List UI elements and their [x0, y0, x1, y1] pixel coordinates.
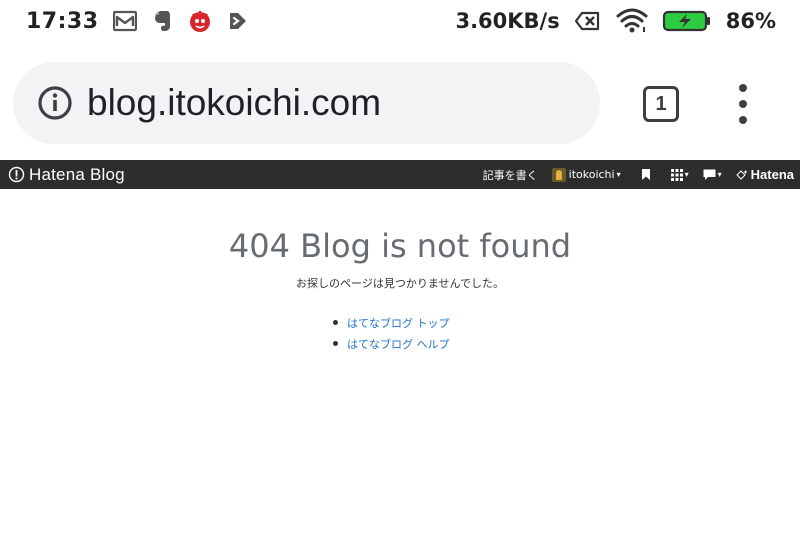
- wifi-icon: [616, 8, 648, 34]
- network-speed: 3.60KB/s: [455, 9, 560, 33]
- chevron-down-icon: ▾: [684, 170, 689, 179]
- menu-dot: [739, 116, 747, 124]
- list-item: はてなブログ ヘルプ: [333, 333, 800, 354]
- error-message: お探しのページは見つかりませんでした。: [296, 277, 504, 290]
- battery-percentage: 86%: [725, 9, 776, 33]
- bookmark-button[interactable]: [641, 168, 651, 181]
- antutu-icon: [187, 8, 213, 34]
- apps-menu-button[interactable]: ▾: [670, 168, 689, 181]
- status-left: 17:33: [26, 8, 249, 34]
- bullet: [333, 320, 338, 325]
- bullet: [333, 341, 338, 346]
- avatar: [551, 167, 566, 182]
- list-item: はてなブログ トップ: [333, 312, 800, 333]
- hatena-label: Hatena: [750, 167, 794, 182]
- main-content: 404 Blog is not found お探しのページは見つかりませんでした…: [0, 189, 800, 354]
- gmail-icon: [112, 10, 137, 32]
- username: itokoichi: [568, 168, 615, 181]
- comment-icon: [703, 169, 716, 180]
- url-text[interactable]: blog.itokoichi.com: [87, 82, 381, 124]
- evernote-icon: [151, 9, 173, 33]
- pushbullet-icon: [227, 10, 249, 32]
- status-right: 3.60KB/s 86%: [455, 8, 776, 34]
- page-title: 404 Blog is not found: [228, 227, 572, 265]
- bookmark-icon: [641, 169, 650, 180]
- chevron-down-icon: ▾: [616, 170, 621, 179]
- user-menu[interactable]: itokoichi ▾: [551, 167, 621, 182]
- write-post-link[interactable]: 記事を書く: [483, 167, 538, 183]
- menu-dot: [739, 100, 747, 108]
- sim-off-icon: [574, 10, 602, 32]
- hatena-global-header: Hatena Blog 記事を書く itokoichi ▾ ▾ ▾ Hatena: [0, 160, 800, 189]
- header-actions: 記事を書く itokoichi ▾ ▾ ▾ Hatena: [469, 167, 794, 183]
- menu-dot: [739, 84, 747, 92]
- chevron-down-icon: ▾: [717, 170, 722, 179]
- grid-icon: [670, 168, 683, 181]
- hatena-sparkle-icon: [735, 169, 747, 180]
- hatena-logo-icon: [8, 166, 25, 183]
- overflow-menu-button[interactable]: [728, 84, 758, 124]
- status-clock: 17:33: [26, 8, 99, 34]
- site-info-icon[interactable]: [37, 85, 73, 121]
- battery-charging-icon: [662, 9, 712, 33]
- help-links-list: はてなブログ トップ はてなブログ ヘルプ: [333, 312, 800, 354]
- notifications-button[interactable]: ▾: [703, 169, 722, 181]
- status-bar: 17:33 3.60KB/s 86%: [0, 0, 800, 42]
- brand-name: Hatena Blog: [29, 164, 125, 184]
- browser-toolbar: blog.itokoichi.com 1: [0, 42, 800, 158]
- hatena-blog-top-link[interactable]: はてなブログ トップ: [347, 315, 450, 331]
- tab-switcher-button[interactable]: 1: [643, 86, 679, 122]
- hatena-blog-logo[interactable]: Hatena Blog: [8, 165, 125, 185]
- address-bar[interactable]: blog.itokoichi.com: [13, 62, 600, 144]
- hatena-link[interactable]: Hatena: [735, 167, 794, 182]
- hatena-blog-help-link[interactable]: はてなブログ ヘルプ: [347, 336, 450, 352]
